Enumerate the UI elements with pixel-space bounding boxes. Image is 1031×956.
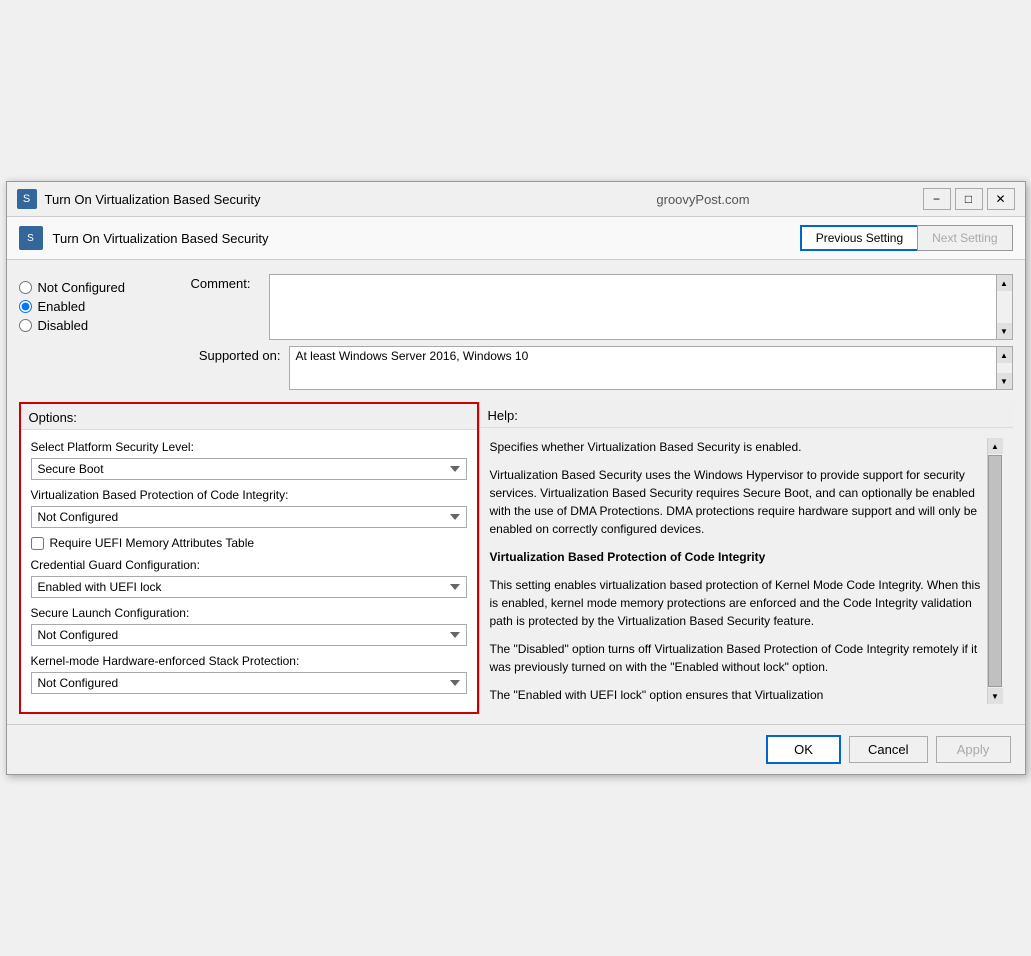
platform-group: Select Platform Security Level: Secure B… — [31, 440, 467, 480]
not-configured-label: Not Configured — [38, 280, 125, 295]
help-scroll-down[interactable]: ▼ — [988, 688, 1003, 704]
secure-launch-label: Secure Launch Configuration: — [31, 606, 467, 620]
help-para-2: Virtualization Based Protection of Code … — [490, 548, 987, 566]
options-body: Select Platform Security Level: Secure B… — [21, 430, 477, 712]
help-para-1: Virtualization Based Security uses the W… — [490, 466, 987, 538]
next-setting-button[interactable]: Next Setting — [917, 225, 1012, 251]
credential-label: Credential Guard Configuration: — [31, 558, 467, 572]
uefi-checkbox[interactable] — [31, 537, 44, 550]
enabled-radio[interactable]: Enabled — [19, 299, 179, 314]
toolbar-title: Turn On Virtualization Based Security — [53, 231, 790, 246]
comment-scroll-up[interactable]: ▲ — [997, 275, 1012, 291]
help-para-5: The "Enabled with UEFI lock" option ensu… — [490, 686, 987, 704]
cancel-button[interactable]: Cancel — [849, 736, 927, 763]
title-bar: S Turn On Virtualization Based Security … — [7, 182, 1025, 217]
uefi-checkbox-label: Require UEFI Memory Attributes Table — [50, 536, 255, 550]
help-body: Specifies whether Virtualization Based S… — [480, 428, 1013, 714]
integrity-label: Virtualization Based Protection of Code … — [31, 488, 467, 502]
help-scroll-up[interactable]: ▲ — [988, 438, 1003, 454]
kernel-label: Kernel-mode Hardware-enforced Stack Prot… — [31, 654, 467, 668]
integrity-select[interactable]: Not Configured Enabled without lock Enab… — [31, 506, 467, 528]
comment-row: Comment: ▲ ▼ — [191, 274, 1013, 340]
options-header: Options: — [21, 404, 477, 430]
main-window: S Turn On Virtualization Based Security … — [6, 181, 1026, 775]
help-panel: Help: Specifies whether Virtualization B… — [479, 402, 1013, 714]
help-text: Specifies whether Virtualization Based S… — [490, 438, 987, 704]
close-button[interactable]: ✕ — [987, 188, 1015, 210]
platform-select[interactable]: Secure Boot Secure Boot and DMA Protecti… — [31, 458, 467, 480]
comment-scrollbar: ▲ ▼ — [997, 274, 1013, 340]
comment-scroll-down[interactable]: ▼ — [997, 323, 1012, 339]
integrity-group: Virtualization Based Protection of Code … — [31, 488, 467, 528]
credential-select[interactable]: Disabled Enabled with UEFI lock Enabled … — [31, 576, 467, 598]
help-header: Help: — [480, 402, 1013, 428]
comment-textarea[interactable] — [269, 274, 997, 340]
disabled-radio[interactable]: Disabled — [19, 318, 179, 333]
main-content: Not Configured Enabled Disabled Comment: — [7, 260, 1025, 724]
radio-section: Not Configured Enabled Disabled — [19, 274, 179, 390]
maximize-button[interactable]: □ — [955, 188, 983, 210]
secure-launch-select[interactable]: Not Configured Enabled Disabled — [31, 624, 467, 646]
supported-scroll-up[interactable]: ▲ — [997, 347, 1012, 363]
disabled-label: Disabled — [38, 318, 89, 333]
uefi-checkbox-row: Require UEFI Memory Attributes Table — [31, 536, 467, 550]
window-controls: − □ ✕ — [923, 188, 1015, 210]
minimize-button[interactable]: − — [923, 188, 951, 210]
previous-setting-button[interactable]: Previous Setting — [800, 225, 917, 251]
top-area: Not Configured Enabled Disabled Comment: — [19, 270, 1013, 394]
toolbar-icon: S — [19, 226, 43, 250]
kernel-select[interactable]: Not Configured Enabled in audit mode Ena… — [31, 672, 467, 694]
supported-value: At least Windows Server 2016, Windows 10 — [289, 346, 997, 390]
help-para-3: This setting enables virtualization base… — [490, 576, 987, 630]
website-label: groovyPost.com — [484, 192, 923, 207]
help-para-4: The "Disabled" option turns off Virtuali… — [490, 640, 987, 676]
bottom-bar: OK Cancel Apply — [7, 724, 1025, 774]
supported-label: Supported on: — [191, 346, 281, 363]
supported-scroll-down[interactable]: ▼ — [997, 373, 1012, 389]
credential-group: Credential Guard Configuration: Disabled… — [31, 558, 467, 598]
ok-button[interactable]: OK — [766, 735, 841, 764]
lower-panels: Options: Select Platform Security Level:… — [19, 402, 1013, 714]
options-panel: Options: Select Platform Security Level:… — [19, 402, 479, 714]
right-fields: Comment: ▲ ▼ Supported on: At least Wind… — [191, 274, 1013, 390]
toolbar-nav: Previous Setting Next Setting — [800, 225, 1013, 251]
enabled-label: Enabled — [38, 299, 86, 314]
window-icon: S — [17, 189, 37, 209]
comment-wrap: ▲ ▼ — [269, 274, 1013, 340]
help-para-0: Specifies whether Virtualization Based S… — [490, 438, 987, 456]
supported-scrollbar: ▲ ▼ — [997, 346, 1013, 390]
toolbar: S Turn On Virtualization Based Security … — [7, 217, 1025, 260]
help-scrollbar: ▲ ▼ — [987, 438, 1003, 704]
comment-label: Comment: — [191, 274, 261, 291]
apply-button[interactable]: Apply — [936, 736, 1011, 763]
secure-launch-group: Secure Launch Configuration: Not Configu… — [31, 606, 467, 646]
window-title: Turn On Virtualization Based Security — [45, 192, 484, 207]
platform-label: Select Platform Security Level: — [31, 440, 467, 454]
supported-wrap: At least Windows Server 2016, Windows 10… — [289, 346, 1013, 390]
kernel-group: Kernel-mode Hardware-enforced Stack Prot… — [31, 654, 467, 694]
supported-row: Supported on: At least Windows Server 20… — [191, 346, 1013, 390]
not-configured-radio[interactable]: Not Configured — [19, 280, 179, 295]
